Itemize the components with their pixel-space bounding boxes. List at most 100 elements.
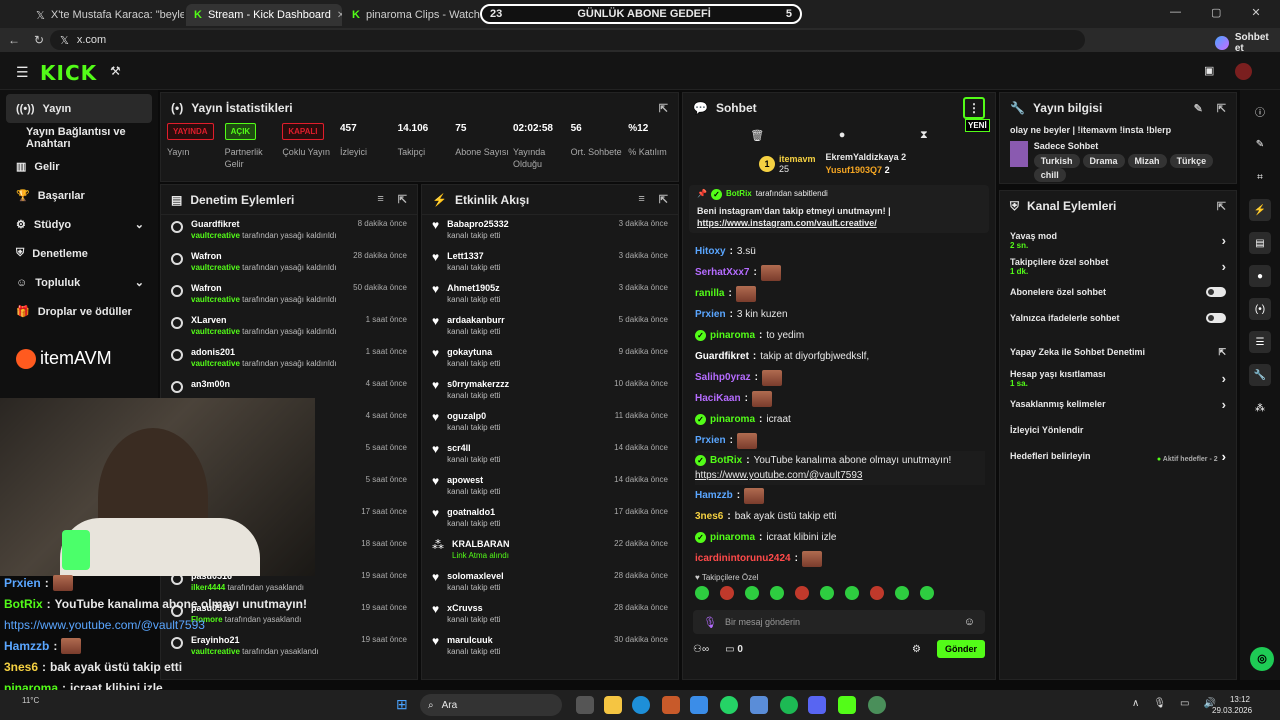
channel-action-item[interactable]: Yapay Zeka ile Sohbet Denetimi ⇱ [1000, 339, 1236, 365]
minimize-icon[interactable]: — [1170, 6, 1181, 19]
trash-icon[interactable]: 🗑 [750, 129, 764, 142]
channel-action-item[interactable]: Yavaş mod 2 sn. › [1000, 227, 1236, 253]
kick-app-icon[interactable] [838, 696, 856, 714]
task-view-icon[interactable] [576, 696, 594, 714]
moderation-row[interactable]: Guardfikret vaultcreative tarafından yasa… [161, 215, 417, 247]
doc-icon[interactable]: ▤ [1249, 232, 1271, 254]
channel-action-item[interactable]: Hedefleri belirleyin ● Aktif hedefler - 2… [1000, 443, 1236, 469]
toggle-switch[interactable] [1206, 313, 1226, 323]
tag-chip[interactable]: Mizah [1127, 154, 1167, 168]
emote-button[interactable] [695, 586, 709, 600]
filter-icon[interactable]: ≡ [377, 193, 383, 206]
channel-action-item[interactable]: Yalnızca ifadelerle sohbet [1000, 305, 1236, 331]
chat-username[interactable]: ranilla [695, 288, 724, 299]
network-icon[interactable]: ▭ [1180, 698, 1189, 709]
popout-icon[interactable]: ⇱ [1217, 200, 1226, 213]
activity-row[interactable]: ♥ Lett1337 kanalı takip etti 3 dakika önce [422, 247, 678, 279]
emote-button[interactable] [920, 586, 934, 600]
spotify-icon[interactable] [780, 696, 798, 714]
chat-username[interactable]: pinaroma [710, 414, 755, 425]
popout-icon[interactable]: ⇱ [398, 193, 407, 206]
wrench-icon[interactable]: 🔧 [1249, 364, 1271, 386]
browser-tab-1[interactable]: 𝕏X'te Mustafa Karaca: "beyler elimd✕ [28, 4, 184, 26]
chest-icon[interactable]: ▭ 0 [725, 644, 743, 655]
sidebar-item-denetleme[interactable]: ⛨ Denetleme [0, 239, 158, 268]
emote-button[interactable] [795, 586, 809, 600]
pinned-users-icon[interactable]: ⚇∞ [693, 644, 709, 655]
chat-username[interactable]: Guardfikret [695, 351, 749, 362]
chat-username[interactable]: icardinintorunu2424 [695, 553, 791, 564]
activity-row[interactable]: ♥ oguzalp0 kanalı takip etti 11 dakika önce [422, 407, 678, 439]
channel-action-item[interactable]: İzleyici Yönlendir [1000, 417, 1236, 443]
hammer-icon[interactable]: ⚒ [110, 64, 121, 78]
explorer-icon[interactable] [604, 696, 622, 714]
chat-message[interactable]: Hamzzb: [695, 485, 995, 506]
chat-username[interactable]: SerhatXxx7 [695, 267, 749, 278]
chat-username[interactable]: Prxien [695, 435, 726, 446]
chat-username[interactable]: Salihp0yraz [695, 372, 751, 383]
chat-message[interactable]: SerhatXxx7: [695, 262, 995, 283]
channel-action-item[interactable]: Abonelere özel sohbet [1000, 279, 1236, 305]
activity-row[interactable]: ♥ marulcuuk kanalı takip etti 30 dakika önc… [422, 631, 678, 663]
activity-row[interactable]: ♥ solomaxlevel kanalı takip etti 28 dakika … [422, 567, 678, 599]
emote-button[interactable] [845, 586, 859, 600]
whatsapp-icon[interactable] [720, 696, 738, 714]
emote-button[interactable] [870, 586, 884, 600]
tag-chip[interactable]: Türkçe [1169, 154, 1214, 168]
maximize-icon[interactable]: ▢ [1211, 6, 1221, 19]
crop-icon[interactable]: ⌗ [1249, 166, 1271, 188]
app-icon[interactable] [662, 696, 680, 714]
chat-message[interactable]: HaciKaan: [695, 388, 995, 409]
activity-row[interactable]: ♥ goatnaldo1 kanalı takip etti 17 dakika ön… [422, 503, 678, 535]
tag-chip[interactable]: Turkish [1033, 154, 1080, 168]
activity-row[interactable]: ♥ xCruvss kanalı takip etti 28 dakika önce [422, 599, 678, 631]
chat-message[interactable]: ✓ pinaroma: to yedim [695, 325, 995, 346]
settings-icon[interactable]: ⚙ [912, 644, 921, 655]
chat-button[interactable]: Sohbet et [1215, 32, 1280, 54]
channel-action-item[interactable]: Hesap yaşı kısıtlaması 1 sa. › [1000, 365, 1236, 391]
chat-message[interactable]: Salihp0yraz: [695, 367, 995, 388]
moderation-row[interactable]: Wafron vaultcreative tarafından yasağı ka… [161, 279, 417, 311]
chat-message[interactable]: Prxien: [695, 430, 995, 451]
emote-button[interactable] [745, 586, 759, 600]
moderation-row[interactable]: XLarven vaultcreative tarafından yasağı k… [161, 311, 417, 343]
edge-icon[interactable] [632, 696, 650, 714]
kick-logo[interactable]: KICK [40, 61, 97, 85]
chat-username[interactable]: HaciKaan [695, 393, 741, 404]
mail-icon[interactable] [690, 696, 708, 714]
chat-bubble-icon[interactable]: ● [839, 129, 846, 142]
chat-message[interactable]: Guardfikret: takip at diyorfgbjwedkslf, [695, 346, 995, 367]
chat-username[interactable]: Hitoxy [695, 246, 726, 257]
address-bar[interactable]: 𝕏x.com [50, 30, 1085, 50]
broadcast-icon[interactable]: (•) [1249, 298, 1271, 320]
activity-row[interactable]: ♥ gokaytuna kanalı takip etti 9 dakika önce [422, 343, 678, 375]
chat-username[interactable]: pinaroma [710, 330, 755, 341]
tag-chip[interactable]: chill [1033, 168, 1066, 182]
chat-menu-button[interactable]: ⋮ [963, 97, 985, 119]
mic-icon[interactable]: 🎙 [1153, 698, 1166, 709]
nodes-icon[interactable]: ⁂ [1249, 397, 1271, 419]
chat-username[interactable]: 3nes6 [695, 511, 723, 522]
activity-row[interactable]: ♥ Ahmet1905z kanalı takip etti 3 dakika önc… [422, 279, 678, 311]
sidebar-item-yayin[interactable]: ((•)) Yayın [6, 94, 152, 123]
chat-message[interactable]: ✓ pinaroma: icraat [695, 409, 995, 430]
send-button[interactable]: Gönder [936, 640, 985, 658]
hourglass-icon[interactable]: ⧗ [920, 129, 928, 142]
sidebar-item-studyo[interactable]: ⚙ Stüdyo ⌄ [0, 210, 158, 239]
chat-username[interactable]: Hamzzb [695, 490, 733, 501]
activity-row[interactable]: ♥ s0rrymakerzzz kanalı takip etti 10 dakika… [422, 375, 678, 407]
tag-chip[interactable]: Drama [1082, 154, 1125, 168]
windows-start-icon[interactable]: ⊞ [396, 696, 408, 713]
activity-row[interactable]: ⁂ KRALBARAN Link Atma alındı 22 dakika önce [422, 535, 678, 567]
avatar[interactable] [1235, 63, 1252, 80]
chat-message[interactable]: Hitoxy:3.sü [695, 241, 995, 262]
taskbar-search[interactable]: ⌕ Ara [420, 694, 562, 716]
sidebar-item-gelir[interactable]: ▥ Gelir [0, 152, 158, 181]
activity-row[interactable]: ♥ ardaakanburr kanalı takip etti 5 dakika ö… [422, 311, 678, 343]
chat-message[interactable]: 3nes6: bak ayak üstü takip etti [695, 506, 995, 527]
moderation-row[interactable]: Wafron vaultcreative tarafından yasağı ka… [161, 247, 417, 279]
app2-icon[interactable] [750, 696, 768, 714]
channel-action-item[interactable]: Yasaklanmış kelimeler › [1000, 391, 1236, 417]
chat-icon[interactable]: ● [1249, 265, 1271, 287]
discord-icon[interactable] [808, 696, 826, 714]
